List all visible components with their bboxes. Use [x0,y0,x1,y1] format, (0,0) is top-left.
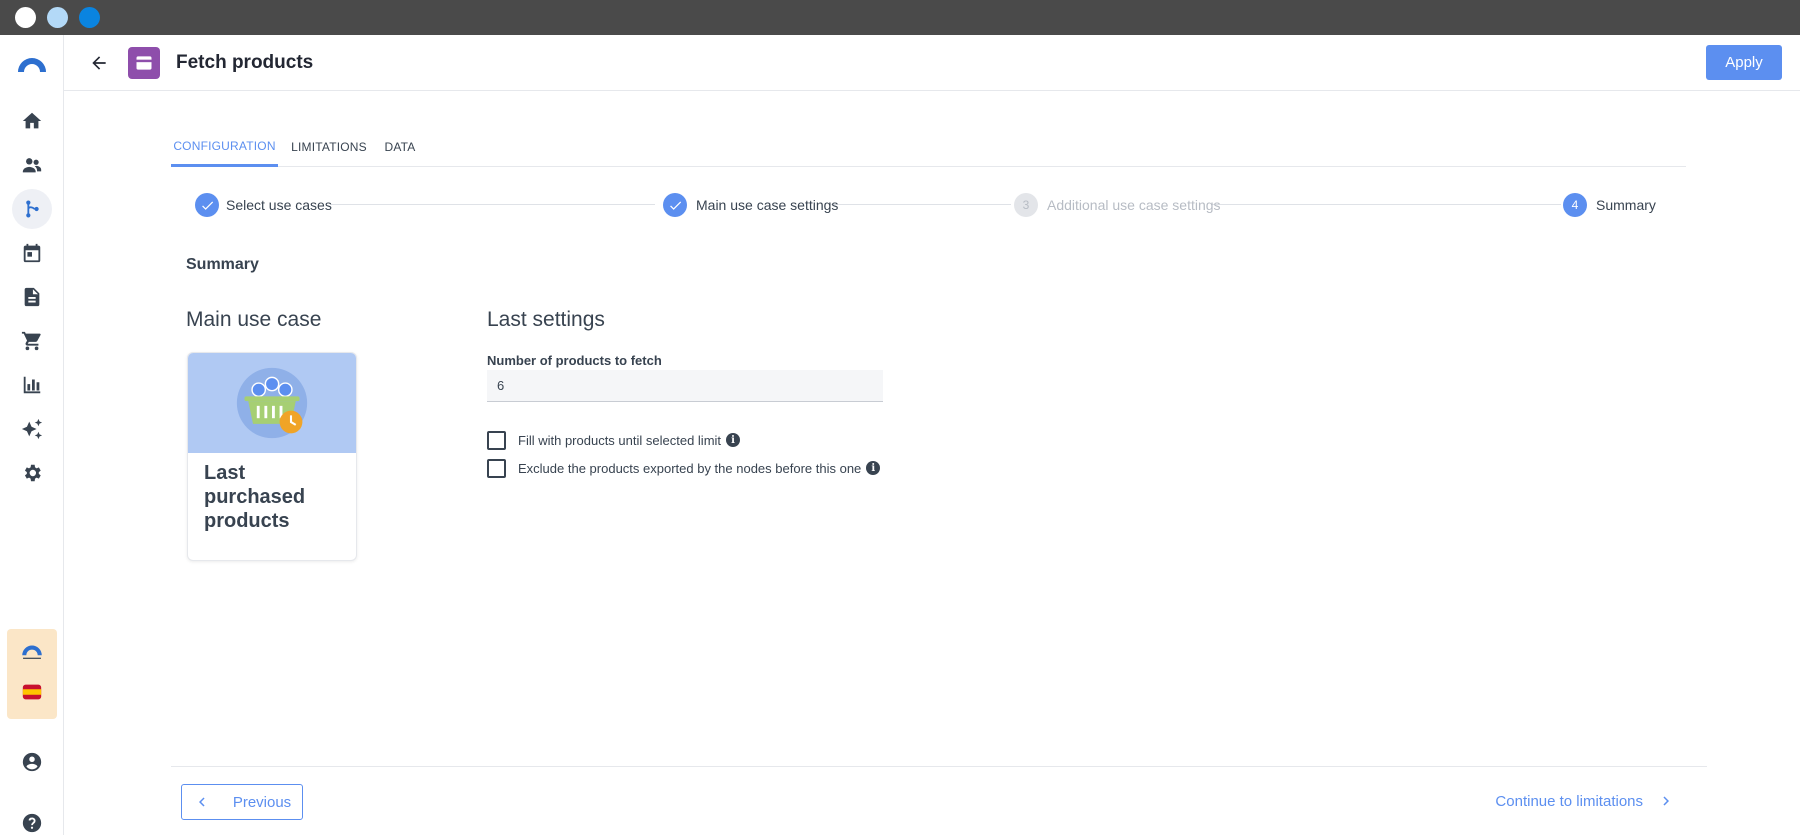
stepper: Select use cases Main use case settings … [191,190,1657,220]
step-connector [831,204,1011,205]
window-titlebar [0,0,1800,35]
gear-icon [24,464,41,482]
info-icon[interactable]: i [726,433,741,447]
fill-products-checkbox-row[interactable]: Fill with products until selected limit … [487,429,741,451]
workflow-icon [26,200,39,218]
sidebar-item-cart[interactable] [12,321,52,361]
chevron-left-icon [198,797,205,807]
tab-bar: CONFIGURATION LIMITATIONS DATA [171,127,1686,167]
previous-button[interactable]: Previous [181,784,303,820]
card-icon [136,56,152,70]
sidebar [0,35,64,835]
chart-icon [23,376,41,394]
continue-to-limitations-link[interactable]: Continue to limitations [1495,792,1675,810]
info-icon[interactable]: i [866,461,881,475]
step-4-number[interactable]: 4 [1563,193,1587,217]
step-3-label[interactable]: Additional use case settings [1047,197,1221,213]
people-icon [22,158,42,173]
exclude-products-checkbox-label: Exclude the products exported by the nod… [518,460,862,476]
basket-clock-icon [236,367,308,439]
sidebar-item-analytics[interactable] [12,365,52,405]
exclude-products-checkbox[interactable] [487,458,506,478]
account-icon [22,752,42,772]
use-case-card-illustration [188,353,356,453]
page-title: Fetch products [176,52,314,73]
help-icon [22,813,42,833]
step-1-label[interactable]: Select use cases [226,197,332,213]
sidebar-item-help[interactable] [12,803,52,835]
step-2-label[interactable]: Main use case settings [696,197,838,213]
tab-configuration[interactable]: CONFIGURATION [171,127,278,167]
sidebar-item-documents[interactable] [12,277,52,317]
continue-label: Continue to limitations [1495,792,1643,810]
step-2-check-icon[interactable] [663,193,687,217]
window-close-dot[interactable] [15,7,36,28]
chevron-right-icon [1663,796,1669,806]
sidebar-item-home[interactable] [12,101,52,141]
step-3-number[interactable]: 3 [1014,193,1038,217]
arrow-left-icon [92,56,106,70]
calendar-icon [23,243,41,263]
window-maximize-dot[interactable] [79,7,100,28]
summary-heading: Summary [186,256,259,273]
workspace-logo-icon [22,645,42,659]
home-icon [22,112,42,129]
brand-logo[interactable] [12,44,52,84]
workspace-switcher[interactable] [7,629,57,719]
number-of-products-label: Number of products to fetch [487,353,662,368]
tab-data[interactable]: DATA [375,127,425,167]
apply-button[interactable]: Apply [1706,45,1782,80]
sidebar-item-settings[interactable] [12,453,52,493]
last-settings-heading: Last settings [487,308,605,331]
page-header: Fetch products Apply [64,35,1800,91]
sidebar-item-ai[interactable] [12,409,52,449]
fill-products-checkbox-label: Fill with products until selected limit [518,432,722,448]
tab-limitations[interactable]: LIMITATIONS [284,127,374,167]
back-button[interactable] [84,48,114,78]
window-minimize-dot[interactable] [47,7,68,28]
use-case-card[interactable]: Last purchased products [187,352,357,561]
sidebar-item-people[interactable] [12,145,52,185]
document-icon [24,287,40,307]
sidebar-item-workflow[interactable] [12,189,52,229]
exclude-products-checkbox-row[interactable]: Exclude the products exported by the nod… [487,457,881,479]
fill-products-checkbox[interactable] [487,430,506,450]
sidebar-item-calendar[interactable] [12,233,52,273]
step-1-check-icon[interactable] [195,193,219,217]
spain-flag-icon [22,684,42,700]
node-type-icon [128,47,160,79]
cart-icon [21,331,41,351]
footer-divider [171,766,1707,767]
logo-icon [18,58,46,72]
step-connector [1211,204,1561,205]
number-of-products-input[interactable] [487,370,883,402]
sidebar-item-account[interactable] [12,742,52,782]
sparkle-icon [21,418,43,440]
step-connector [331,204,655,205]
main-use-case-heading: Main use case [186,308,322,331]
step-4-label[interactable]: Summary [1596,197,1656,213]
previous-button-label: Previous [232,793,292,811]
use-case-card-label: Last purchased products [204,462,306,532]
